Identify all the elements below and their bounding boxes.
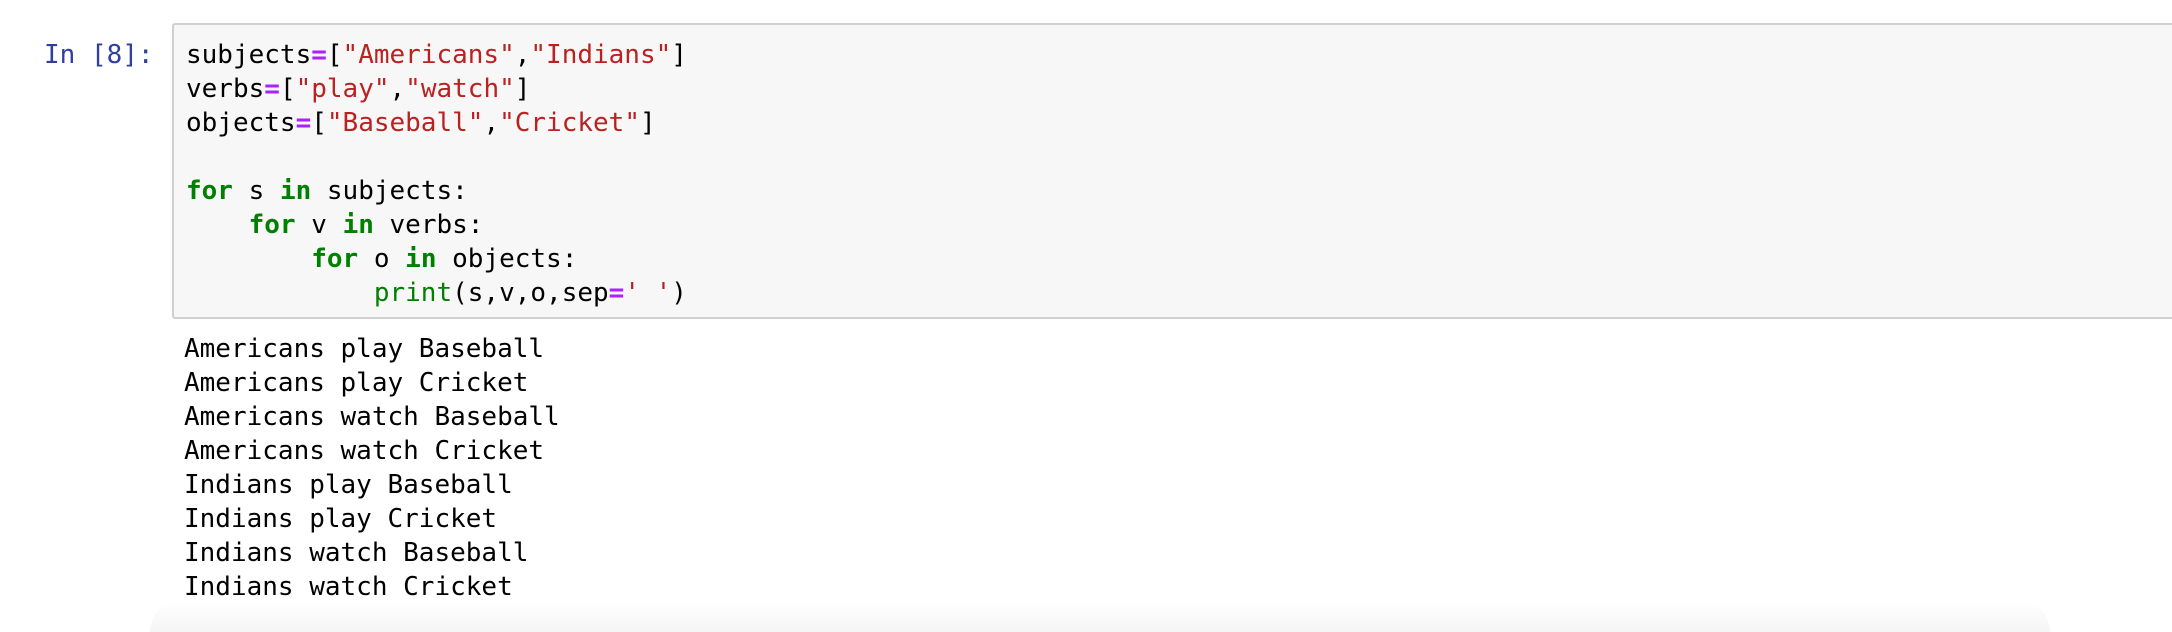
code-token-plain: ) xyxy=(671,278,687,308)
code-token-op: = xyxy=(608,278,625,308)
code-token-op: = xyxy=(264,74,280,104)
code-token-kw: in xyxy=(342,210,374,240)
code-token-plain: v xyxy=(295,210,343,240)
code-token-kw: for xyxy=(311,244,359,274)
code-token-plain: [ xyxy=(279,74,296,104)
code-token-op: = xyxy=(311,40,327,70)
input-prompt: In [8]: xyxy=(44,40,154,70)
code-token-plain: ] xyxy=(639,108,656,138)
code-line[interactable]: objects=["Baseball","Cricket"] xyxy=(186,106,687,140)
code-token-str: "Indians" xyxy=(530,40,672,70)
code-token-str: "watch" xyxy=(405,74,515,104)
code-token-plain: o xyxy=(358,244,406,274)
code-token-plain: , xyxy=(514,40,531,70)
code-token-plain: [ xyxy=(326,40,343,70)
output-line: Indians watch Cricket xyxy=(184,572,513,602)
code-token-plain: verbs xyxy=(186,74,265,104)
code-token-builtin: print xyxy=(373,278,453,308)
output-line: Americans watch Baseball xyxy=(184,402,560,432)
code-token-kw: for xyxy=(186,176,233,206)
code-line[interactable]: verbs=["play","watch"] xyxy=(186,72,687,106)
code-line[interactable]: for v in verbs: xyxy=(186,208,687,242)
output-line: Indians play Baseball xyxy=(184,470,513,500)
code-token-plain: [ xyxy=(311,108,327,138)
code-token-kw: for xyxy=(248,210,296,240)
code-token-kw: in xyxy=(405,244,437,274)
code-token-op: = xyxy=(295,108,312,138)
code-token-kw: in xyxy=(279,176,312,206)
output-line: Americans watch Cricket xyxy=(184,436,545,466)
code-token-plain: objects: xyxy=(436,244,578,274)
code-token-str: "Cricket" xyxy=(499,108,640,138)
cell-bottom-shadow xyxy=(150,600,2050,632)
code-token-str: "play" xyxy=(295,74,390,104)
output-line: Americans play Cricket xyxy=(184,368,529,398)
code-line[interactable]: for s in subjects: xyxy=(186,174,687,208)
code-token-plain: subjects: xyxy=(311,176,468,206)
code-token-str: "Baseball" xyxy=(326,108,484,138)
notebook-code-cell: In [8]: subjects=["Americans","Indians"]… xyxy=(0,0,2172,632)
output-area: Americans play Baseball Americans play Cr… xyxy=(172,332,2172,632)
code-token-plain: , xyxy=(389,74,406,104)
code-line[interactable]: for o in objects: xyxy=(186,242,687,276)
code-token-plain: objects xyxy=(186,108,296,138)
code-token-str: ' ' xyxy=(624,278,672,308)
code-token-plain: ] xyxy=(671,40,687,70)
code-token-plain: ] xyxy=(514,74,531,104)
output-line: Indians play Cricket xyxy=(184,504,498,534)
code-token-plain: subjects xyxy=(186,40,312,70)
output-line: Americans play Baseball xyxy=(184,334,545,364)
output-line: Indians watch Baseball xyxy=(184,538,529,568)
code-token-plain: verbs: xyxy=(373,210,484,240)
code-line[interactable]: print(s,v,o,sep=' ') xyxy=(186,276,687,310)
code-line[interactable] xyxy=(186,140,687,174)
output-text: Americans play Baseball Americans play Cr… xyxy=(184,332,560,604)
code-token-plain: (s,v,o,sep xyxy=(452,278,609,308)
code-token-str: "Americans" xyxy=(342,40,515,70)
code-token-plain: s xyxy=(232,176,280,206)
code-text[interactable]: subjects=["Americans","Indians"] verbs=["… xyxy=(186,38,687,310)
code-editor[interactable]: subjects=["Americans","Indians"] verbs=["… xyxy=(172,23,2172,319)
code-token-plain: , xyxy=(483,108,500,138)
code-line[interactable]: subjects=["Americans","Indians"] xyxy=(186,38,687,72)
